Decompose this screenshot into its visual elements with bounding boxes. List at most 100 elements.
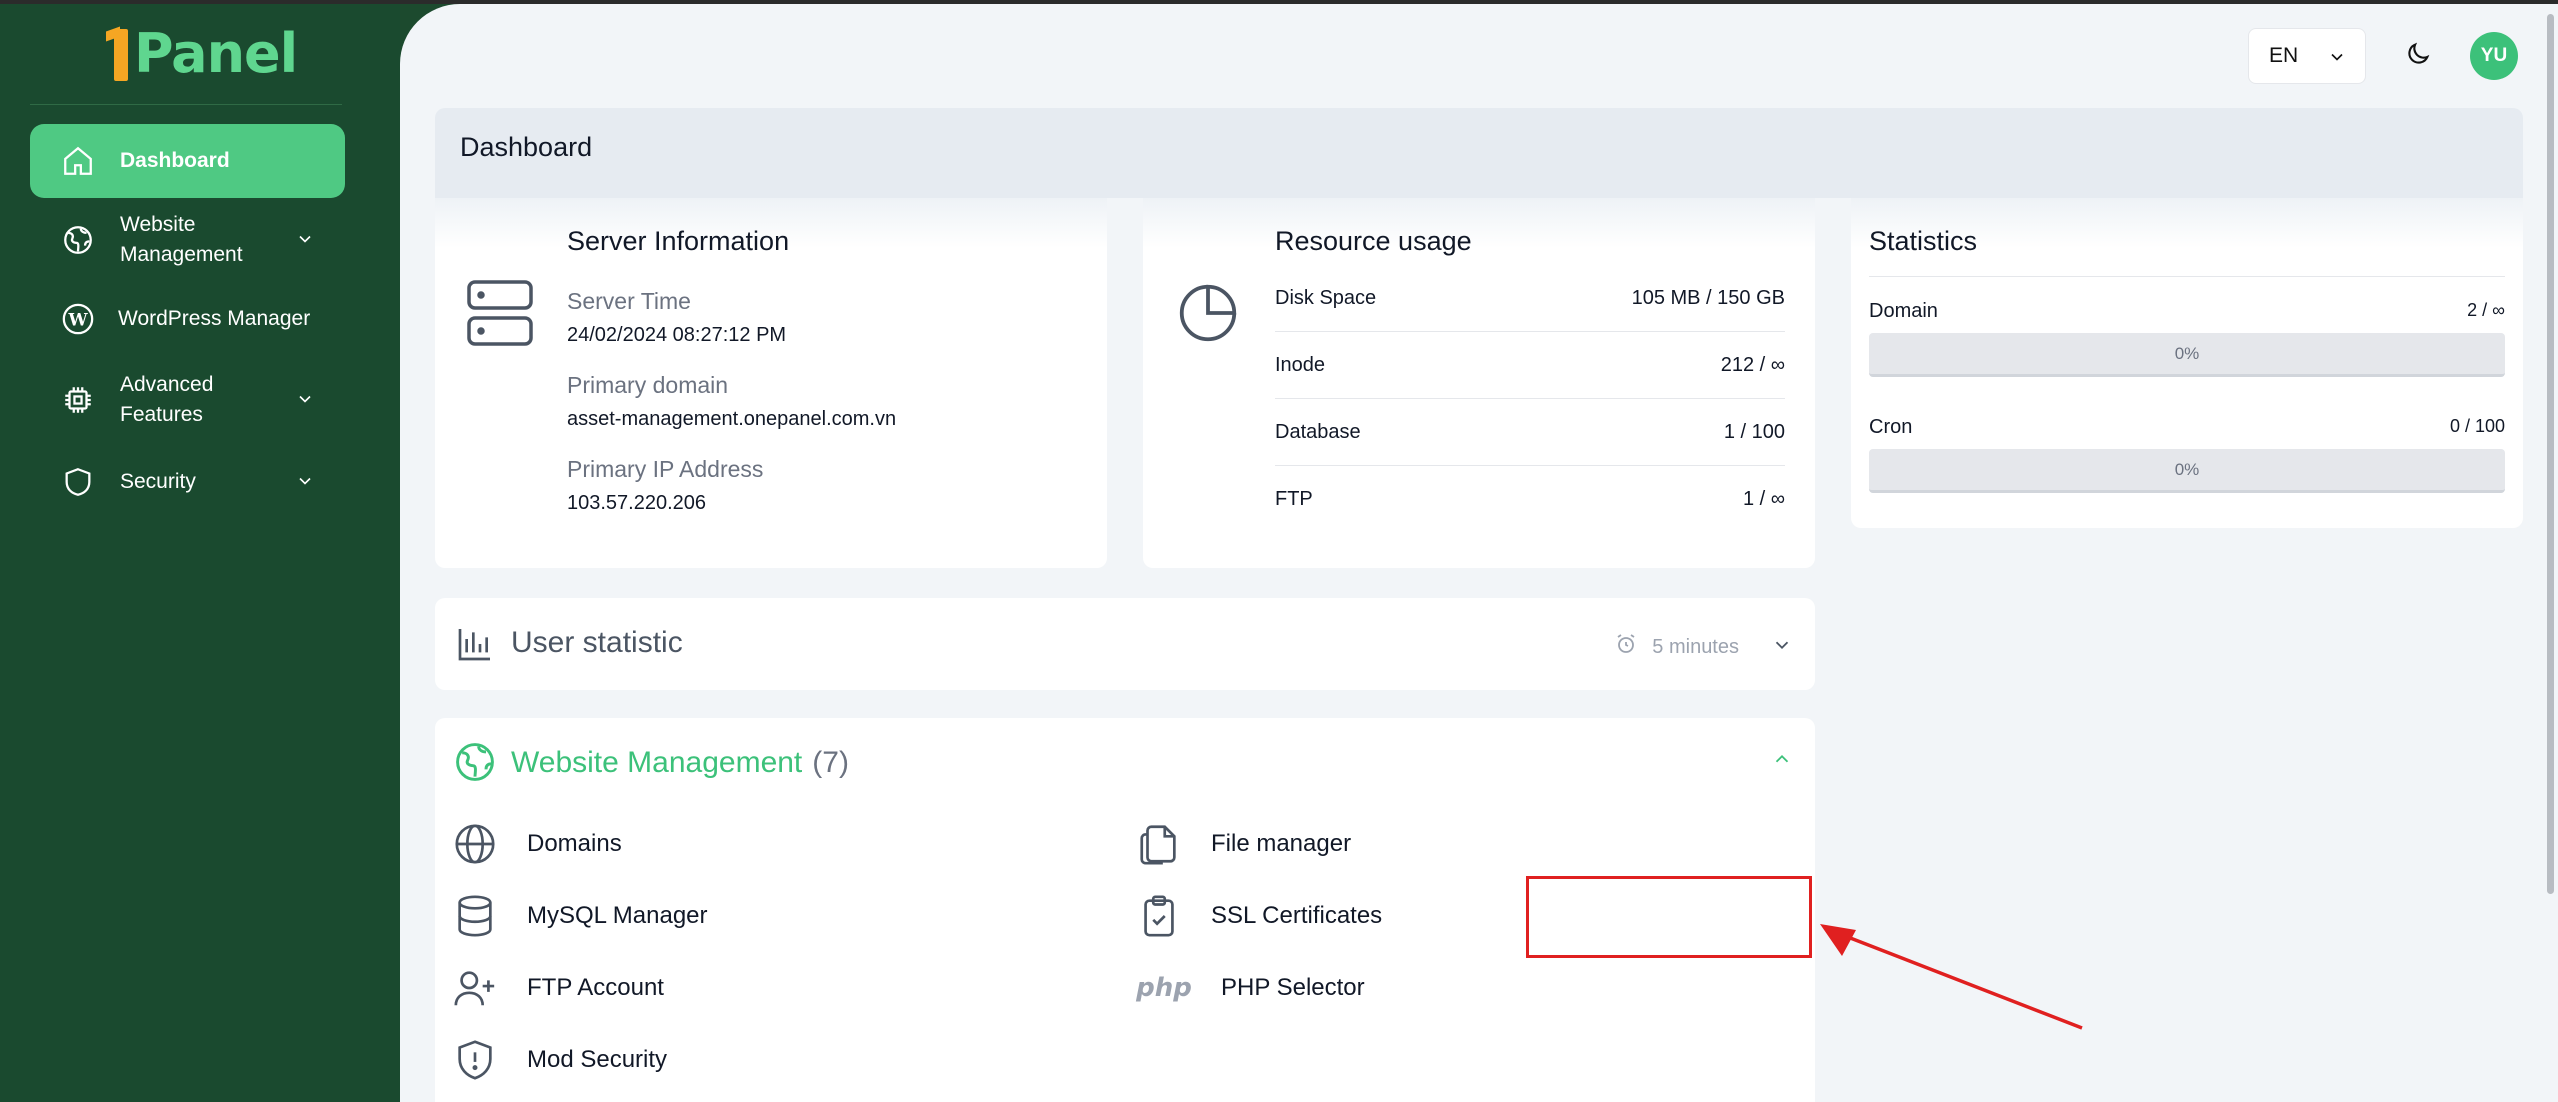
- server-information-title: Server Information: [567, 226, 790, 256]
- sidebar-divider: [30, 104, 342, 105]
- menu-item-label: Domains: [527, 830, 622, 857]
- resource-label: Disk Space: [1275, 286, 1377, 309]
- globe-icon: [451, 820, 499, 868]
- statistics-title: Statistics: [1869, 226, 1978, 256]
- sidebar-item-label: WordPress Manager: [118, 307, 311, 330]
- moon-icon: [2404, 40, 2432, 73]
- server-time-label: Server Time: [567, 288, 691, 314]
- app-logo[interactable]: Panel: [106, 21, 298, 85]
- menu-item-domains[interactable]: Domains: [451, 820, 622, 868]
- resource-value: 1 / 100: [1723, 420, 1785, 443]
- primary-ip-label: Primary IP Address: [567, 456, 764, 482]
- statistics-card: Statistics Domain 2 / ∞ 0% Cron 0 / 100 …: [1851, 198, 2523, 528]
- clipboard-check-icon: [1135, 892, 1183, 940]
- sidebar-item-dashboard[interactable]: Dashboard: [30, 124, 345, 198]
- main-content: EN YU Dashboard Server Information Serve…: [400, 4, 2558, 1102]
- refresh-interval[interactable]: 5 minutes: [1614, 632, 1739, 662]
- page-title: Dashboard: [460, 132, 593, 162]
- sidebar-item-website-management[interactable]: Website Management: [60, 205, 345, 275]
- statistic-count: 2 / ∞: [2467, 300, 2505, 320]
- php-icon: php: [1135, 964, 1193, 1012]
- menu-item-label: FTP Account: [527, 974, 664, 1001]
- chevron-down-icon: [295, 389, 315, 415]
- globe-leaf-icon: [60, 222, 96, 258]
- annotation-highlight-box: [1526, 876, 1812, 958]
- primary-domain-value: asset-management.onepanel.com.vn: [567, 408, 897, 430]
- primary-ip-value: 103.57.220.206: [567, 492, 707, 514]
- pie-chart-icon: [1173, 278, 1243, 353]
- resource-label: Database: [1275, 420, 1361, 443]
- section-title: Website Management: [511, 746, 803, 779]
- shield-alert-icon: [451, 1036, 499, 1084]
- chevron-down-icon: [295, 471, 315, 497]
- progress-text: 0%: [2174, 343, 2200, 363]
- resource-value: 212 / ∞: [1720, 353, 1785, 376]
- chevron-down-icon[interactable]: [1771, 634, 1793, 661]
- chevron-down-icon: [295, 229, 315, 255]
- sidebar-item-label: Security: [120, 470, 196, 493]
- resource-row: Disk Space 105 MB / 150 GB: [1275, 265, 1785, 332]
- user-statistic-card[interactable]: User statistic 5 minutes: [435, 598, 1815, 690]
- logo-mark-icon: [106, 25, 132, 81]
- annotation-arrow-icon: [1820, 924, 2083, 1030]
- home-icon: [60, 143, 96, 179]
- menu-item-mysql-manager[interactable]: MySQL Manager: [451, 892, 708, 940]
- resource-label: FTP: [1275, 488, 1313, 510]
- resource-usage-card: Resource usage Disk Space 105 MB / 150 G…: [1143, 198, 1815, 568]
- chevron-down-icon: [2327, 47, 2347, 73]
- alarm-clock-icon: [1614, 632, 1638, 662]
- database-icon: [451, 892, 499, 940]
- svg-text:W: W: [67, 310, 88, 330]
- avatar[interactable]: YU: [2470, 32, 2518, 80]
- menu-item-label: MySQL Manager: [527, 902, 708, 929]
- statistic-cron: Cron 0 / 100 0%: [1869, 416, 2505, 493]
- scrollbar[interactable]: [2536, 4, 2558, 1102]
- statistic-domain: Domain 2 / ∞ 0%: [1869, 300, 2505, 377]
- section-count: (7): [812, 746, 849, 779]
- server-icon: [465, 278, 535, 355]
- sidebar: Panel Dashboard: [0, 4, 400, 1102]
- sidebar-item-wordpress-manager[interactable]: W WordPress Manager: [60, 284, 345, 354]
- language-value: EN: [2269, 44, 2299, 67]
- menu-item-ssl-certificates[interactable]: SSL Certificates: [1135, 892, 1382, 940]
- sidebar-item-advanced-features[interactable]: Advanced Features: [60, 365, 345, 435]
- header-controls: EN YU: [2248, 28, 2518, 84]
- statistic-count: 0 / 100: [2449, 416, 2505, 436]
- menu-item-mod-security[interactable]: Mod Security: [451, 1036, 667, 1084]
- sidebar-item-label: Advanced Features: [120, 373, 214, 426]
- server-time-value: 24/02/2024 08:27:12 PM: [567, 324, 787, 346]
- sidebar-item-label: Dashboard: [120, 149, 230, 172]
- resource-label: Inode: [1275, 353, 1326, 376]
- sidebar-item-security[interactable]: Security: [60, 447, 345, 517]
- progress-bar: 0%: [1869, 449, 2505, 493]
- menu-item-file-manager[interactable]: File manager: [1135, 820, 1351, 868]
- progress-bar: 0%: [1869, 333, 2505, 377]
- scrollbar-thumb[interactable]: [2547, 14, 2554, 894]
- divider: [1869, 276, 2505, 277]
- menu-item-label: PHP Selector: [1221, 974, 1365, 1001]
- menu-item-php-selector[interactable]: php PHP Selector: [1135, 964, 1365, 1012]
- globe-leaf-icon: [453, 740, 497, 789]
- bar-chart-icon: [455, 624, 495, 669]
- resource-row: FTP 1 / ∞: [1275, 466, 1785, 533]
- menu-item-label: File manager: [1211, 830, 1352, 857]
- menu-item-label: Mod Security: [527, 1046, 668, 1073]
- dark-mode-toggle[interactable]: [2398, 36, 2438, 76]
- menu-item-ftp-account[interactable]: FTP Account: [451, 964, 664, 1012]
- resource-row: Database 1 / 100: [1275, 399, 1785, 466]
- user-plus-icon: [451, 964, 499, 1012]
- php-icon-text: php: [1136, 973, 1192, 1003]
- resource-row: Inode 212 / ∞: [1275, 332, 1785, 399]
- shield-icon: [60, 464, 96, 500]
- server-information-card: Server Information Server Time 24/02/202…: [435, 198, 1107, 568]
- statistic-label: Domain: [1869, 300, 1938, 322]
- resource-usage-title: Resource usage: [1275, 226, 1472, 256]
- progress-text: 0%: [2174, 459, 2200, 479]
- website-management-title: Website Management (7): [511, 746, 849, 780]
- statistic-label: Cron: [1869, 416, 1913, 438]
- logo-text: Panel: [134, 21, 298, 85]
- language-select[interactable]: EN: [2248, 28, 2366, 84]
- chip-icon: [60, 382, 96, 418]
- files-icon: [1135, 820, 1183, 868]
- chevron-up-icon[interactable]: [1771, 748, 1793, 775]
